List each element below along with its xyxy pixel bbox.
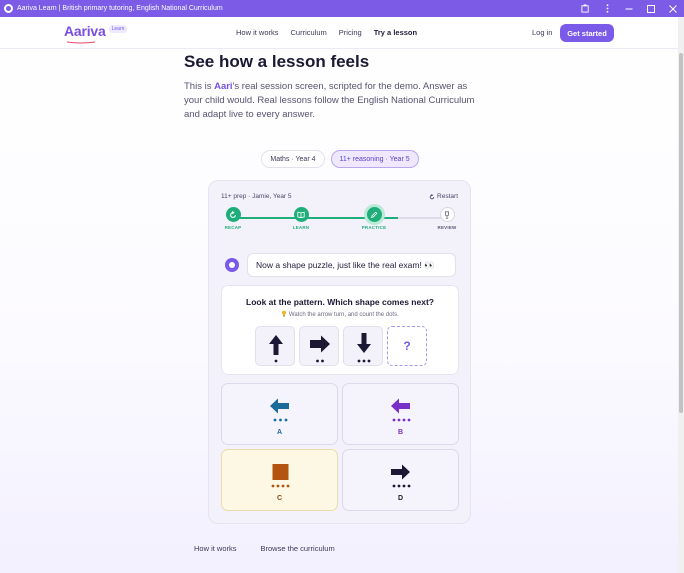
pill-maths-year-4[interactable]: Maths · Year 4	[261, 150, 325, 168]
arrow-up-icon	[269, 335, 283, 363]
tutor-message: Now a shape puzzle, just like the real e…	[225, 253, 456, 277]
extensions-icon[interactable]	[574, 0, 596, 17]
pattern-cell-unknown: ?	[387, 326, 427, 366]
pill-11plus-reasoning-year-5[interactable]: 11+ reasoning · Year 5	[330, 150, 419, 168]
tutor-speech-bubble: Now a shape puzzle, just like the real e…	[247, 253, 456, 277]
option-letter: D	[397, 495, 404, 502]
logo-badge: Learn	[108, 25, 128, 33]
lesson-card: 11+ prep · Jamie, Year 5 Restart RECAP L…	[208, 180, 471, 524]
book-icon	[293, 207, 309, 222]
nav-link-try-a-lesson[interactable]: Try a lesson	[374, 28, 417, 37]
top-nav: Aariva Learn How it works Curriculum Pri…	[0, 17, 678, 49]
hero-desc-start: This is	[184, 81, 215, 92]
option-letter: C	[276, 495, 283, 502]
nav-link-curriculum[interactable]: Curriculum	[291, 28, 327, 37]
answer-option-d[interactable]: D	[342, 449, 459, 511]
logo[interactable]: Aariva Learn	[64, 23, 128, 44]
puzzle-panel: Look at the pattern. Which shape comes n…	[221, 285, 459, 375]
arrow-down-icon	[357, 333, 371, 363]
arrow-right-icon	[310, 335, 330, 363]
app-icon	[4, 4, 13, 13]
puzzle-question: Look at the pattern. Which shape comes n…	[246, 297, 434, 307]
answer-option-a[interactable]: A	[221, 383, 338, 445]
puzzle-hint: Watch the arrow turn, and count the dots…	[222, 310, 458, 318]
hero-description: This is Aari's real session screen, scri…	[184, 80, 484, 122]
arrow-right-icon	[391, 464, 411, 488]
pencil-icon	[366, 207, 382, 222]
tutor-avatar	[225, 258, 239, 272]
restart-icon	[429, 193, 435, 199]
option-letter: A	[276, 429, 283, 436]
page-scrollbar[interactable]	[678, 17, 684, 573]
lesson-progress: RECAP LEARN PRACTICE REVIEW	[225, 207, 457, 235]
step-learn: LEARN	[281, 207, 321, 230]
step-practice: PRACTICE	[354, 207, 394, 230]
restart-label: Restart	[437, 193, 458, 200]
arrow-left-icon	[391, 398, 411, 422]
minimize-icon[interactable]	[618, 0, 640, 17]
page-title: See how a lesson feels	[184, 52, 370, 71]
close-icon[interactable]	[662, 0, 684, 17]
pattern-cell-2	[299, 326, 339, 366]
logo-wordmark: Aariva	[64, 23, 106, 39]
tutor-name: Aari	[214, 81, 233, 92]
footer-link-browse-curriculum[interactable]: Browse the curriculum	[261, 544, 335, 553]
lightbulb-icon	[282, 310, 287, 317]
more-menu-icon[interactable]	[596, 0, 618, 17]
pattern-cell-1	[255, 326, 295, 366]
window-title: Aariva Learn | British primary tutoring,…	[17, 5, 223, 12]
answer-option-c[interactable]: C	[221, 449, 338, 511]
step-review: REVIEW	[427, 207, 467, 230]
get-started-button[interactable]: Get started	[560, 24, 614, 42]
scrollbar-thumb[interactable]	[679, 53, 683, 413]
option-letter: B	[397, 429, 404, 436]
step-label: PRACTICE	[361, 225, 387, 230]
nav-links: How it works Curriculum Pricing Try a le…	[236, 28, 417, 37]
window-title-bar: Aariva Learn | British primary tutoring,…	[0, 0, 684, 17]
restart-button[interactable]: Restart	[429, 193, 458, 200]
nav-link-how-it-works[interactable]: How it works	[236, 28, 279, 37]
answer-option-b[interactable]: B	[342, 383, 459, 445]
logo-swoosh-icon	[66, 41, 96, 44]
recap-icon	[225, 207, 241, 222]
step-label: LEARN	[292, 225, 310, 230]
arrow-left-icon	[270, 398, 289, 422]
square-icon	[271, 464, 290, 488]
trophy-icon	[439, 207, 455, 222]
hint-text: Watch the arrow turn, and count the dots…	[288, 312, 399, 318]
nav-link-pricing[interactable]: Pricing	[339, 28, 362, 37]
maximize-icon[interactable]	[640, 0, 662, 17]
footer-link-how-it-works[interactable]: How it works	[194, 544, 237, 553]
subject-pills: Maths · Year 4 11+ reasoning · Year 5	[0, 150, 678, 168]
step-recap: RECAP	[213, 207, 253, 230]
step-label: RECAP	[224, 225, 242, 230]
footer-links: How it works Browse the curriculum	[194, 544, 335, 553]
step-label: REVIEW	[437, 225, 457, 230]
lesson-header: 11+ prep · Jamie, Year 5	[221, 193, 292, 200]
page: Aariva Learn How it works Curriculum Pri…	[0, 17, 678, 573]
pattern-cell-3	[343, 326, 383, 366]
login-link[interactable]: Log in	[532, 28, 552, 37]
